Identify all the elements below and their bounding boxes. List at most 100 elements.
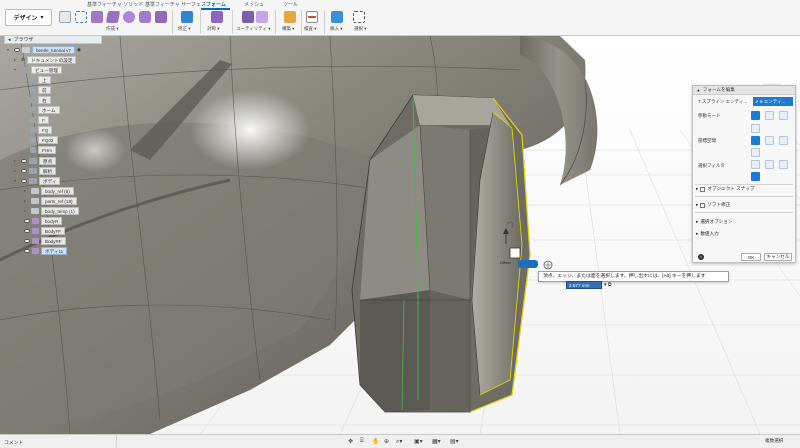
tree-item[interactable]: ボディ11: [24, 246, 68, 255]
info-icon[interactable]: i: [698, 254, 704, 260]
select-options-section[interactable]: ▸ 選択オプション: [696, 219, 732, 225]
orbit-icon[interactable]: ✥: [348, 438, 353, 445]
cancel-button[interactable]: キャンセル: [764, 253, 792, 261]
sketch-icon[interactable]: [59, 11, 71, 23]
expand-icon[interactable]: ▸: [14, 158, 19, 163]
tree-item[interactable]: 右: [30, 95, 51, 104]
quadball-form-icon[interactable]: [155, 11, 167, 23]
visibility-icon[interactable]: [24, 248, 30, 253]
pan-icon[interactable]: ✋: [372, 438, 379, 445]
visibility-icon[interactable]: [21, 178, 27, 183]
move-scale-icon[interactable]: [751, 124, 760, 133]
visibility-icon[interactable]: [14, 47, 20, 52]
ok-button[interactable]: OK: [741, 253, 761, 261]
visibility-icon[interactable]: [21, 158, 27, 163]
move-translate-icon[interactable]: [765, 111, 774, 120]
expand-icon[interactable]: ▸: [14, 168, 19, 173]
group-create[interactable]: 作成 ▾: [106, 26, 119, 32]
entity-selector[interactable]: ➚ 8 エンティ...: [753, 97, 793, 106]
object-snap-section[interactable]: ▸ オブジェクト スナップ: [696, 186, 755, 192]
torus-form-icon[interactable]: [139, 11, 151, 23]
tree-item[interactable]: ▸ 解析: [14, 166, 57, 175]
expand-icon[interactable]: ▸: [14, 57, 19, 62]
tree-item[interactable]: ホーム: [30, 105, 60, 114]
distance-input[interactable]: 2.577 mm: [566, 281, 602, 289]
insert-image-icon[interactable]: [331, 11, 343, 23]
move-rotate-icon[interactable]: [779, 111, 788, 120]
tree-item[interactable]: F: [30, 115, 49, 124]
move-free-icon[interactable]: [751, 111, 760, 120]
tab-mesh[interactable]: メッシュ: [244, 1, 264, 8]
tree-item[interactable]: 前: [30, 85, 51, 94]
filter-edge-icon[interactable]: [765, 160, 774, 169]
tree-item[interactable]: FQ: [30, 125, 53, 134]
soft-modify-section[interactable]: ▸ ソフト修正: [696, 202, 730, 208]
3d-viewport[interactable]: Offset 前: [0, 36, 800, 434]
zoom-icon[interactable]: ⊕: [384, 438, 389, 445]
expand-icon[interactable]: ▸: [24, 208, 29, 213]
tree-item[interactable]: BodyFF: [24, 226, 66, 235]
tab-tools[interactable]: ツール: [283, 1, 298, 8]
group-modify[interactable]: 修正 ▾: [178, 26, 191, 32]
visibility-icon[interactable]: [24, 218, 30, 223]
tab-solid[interactable]: 基準フィーチャ ソリッド: [87, 1, 143, 8]
visibility-icon[interactable]: [24, 228, 30, 233]
expand-icon[interactable]: ▾: [14, 67, 19, 72]
chevron-down-icon[interactable]: ▾ ⧉: [604, 282, 611, 288]
measure-icon[interactable]: [306, 11, 318, 23]
tree-item[interactable]: FHm: [30, 145, 56, 154]
workspace-switcher[interactable]: デザイン ▾: [5, 9, 52, 26]
edit-form-icon[interactable]: [181, 11, 193, 23]
selection-mode[interactable]: 複数選択: [765, 438, 783, 444]
utility-icon[interactable]: [242, 11, 254, 23]
group-inspect[interactable]: 検査 ▾: [304, 26, 317, 32]
coord-screen-icon[interactable]: [751, 148, 760, 157]
tree-item[interactable]: ▸ body_ref (6): [24, 186, 74, 195]
construct-plane-icon[interactable]: [284, 11, 296, 23]
tree-item[interactable]: bodyR: [24, 216, 63, 225]
group-select[interactable]: 選択 ▾: [354, 26, 367, 32]
grid-icon[interactable]: ▦▾: [432, 438, 441, 445]
group-insert[interactable]: 挿入 ▾: [330, 26, 343, 32]
tree-item[interactable]: 上: [30, 75, 51, 84]
tree-item[interactable]: ▾ ボディ: [14, 176, 61, 185]
tree-item[interactable]: BodyRF: [24, 236, 66, 245]
group-construct[interactable]: 構築 ▾: [282, 26, 295, 32]
tree-root[interactable]: ▾ beetle_tutorial v7 ◉: [7, 45, 81, 54]
fit-icon[interactable]: ⌕▾: [396, 438, 402, 446]
radio-icon[interactable]: ◉: [77, 47, 81, 53]
create-box-icon[interactable]: [75, 11, 87, 23]
plane-form-icon[interactable]: [105, 11, 121, 23]
panel-header[interactable]: ● フォームを編集: [693, 86, 795, 95]
collapse-icon[interactable]: ◂: [8, 37, 11, 43]
select-icon[interactable]: [353, 11, 365, 23]
sphere-form-icon[interactable]: [123, 11, 135, 23]
group-utility[interactable]: ユーティリティ ▾: [236, 26, 270, 32]
symmetry-icon[interactable]: [211, 11, 223, 23]
comment-area[interactable]: コメント: [2, 435, 117, 448]
utility-icon[interactable]: [256, 11, 268, 23]
tree-item[interactable]: ▸ ⚙ ドキュメントの設定: [14, 55, 77, 64]
tree-item[interactable]: ▸ 原点: [14, 156, 57, 165]
tree-item[interactable]: ▾ ビュー管理: [14, 65, 62, 74]
expand-icon[interactable]: ▾: [14, 178, 19, 183]
filter-vertex-icon[interactable]: [751, 160, 760, 169]
tab-form[interactable]: フォーム: [206, 1, 226, 8]
group-symmetry[interactable]: 対称 ▾: [207, 26, 220, 32]
tree-item[interactable]: FQ02: [30, 135, 58, 144]
coord-world-icon[interactable]: [751, 136, 760, 145]
tab-surface[interactable]: 基準フィーチャ サーフェス: [145, 1, 206, 8]
expand-icon[interactable]: ▾: [7, 47, 12, 52]
visibility-icon[interactable]: [21, 168, 27, 173]
expand-icon[interactable]: ▸: [24, 198, 29, 203]
view-settings-icon[interactable]: ▤▾: [450, 438, 459, 445]
create-form-icon[interactable]: [91, 11, 103, 23]
visibility-icon[interactable]: [24, 238, 30, 243]
expand-icon[interactable]: ▸: [24, 188, 29, 193]
coord-local-icon[interactable]: [779, 136, 788, 145]
browser-header[interactable]: ◂ ブラウザ: [4, 35, 102, 44]
look-at-icon[interactable]: ⌸: [360, 438, 364, 445]
coord-view-icon[interactable]: [765, 136, 774, 145]
filter-face-icon[interactable]: [779, 160, 788, 169]
tree-item[interactable]: ▸ body_temp (1): [24, 206, 79, 215]
